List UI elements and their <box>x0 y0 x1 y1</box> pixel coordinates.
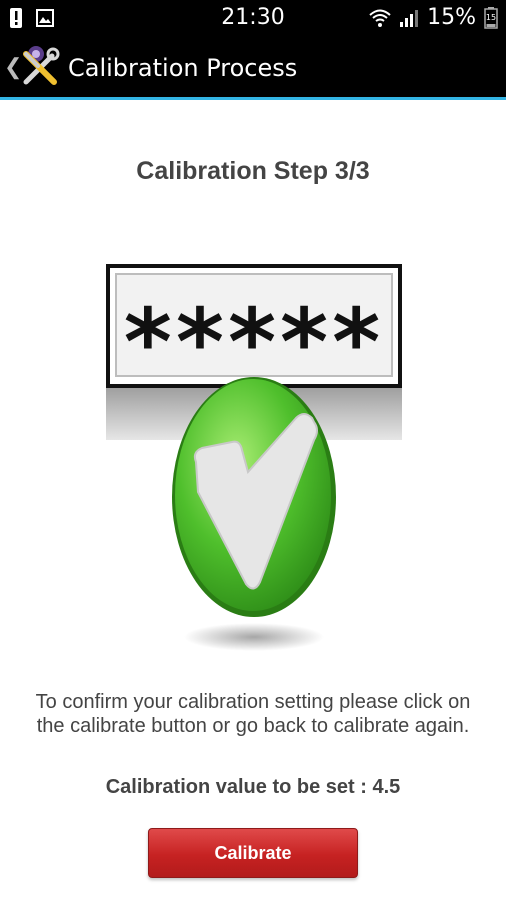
wifi-icon <box>369 9 391 27</box>
battery-icon: 15 <box>484 6 498 29</box>
battery-percent: 15% <box>427 5 476 30</box>
instructions-text: To confirm your calibration setting plea… <box>35 691 471 737</box>
calibration-value-text: Calibration value to be set : 4.5 <box>105 776 401 798</box>
status-right-icons: 15% 15 <box>369 5 498 30</box>
confirmation-illustration: ***** <box>106 264 402 651</box>
signal-icon <box>400 9 419 27</box>
action-bar: ❮ Calibration Process <box>0 36 506 100</box>
battery-level: 15 <box>486 13 496 22</box>
calibrate-button[interactable]: Calibrate <box>148 828 358 878</box>
tools-icon[interactable] <box>18 44 62 88</box>
status-bar: 21:30 15% 15 <box>0 0 506 36</box>
app-title: Calibration Process <box>68 54 298 82</box>
step-title: Calibration Step 3/3 <box>136 157 370 185</box>
